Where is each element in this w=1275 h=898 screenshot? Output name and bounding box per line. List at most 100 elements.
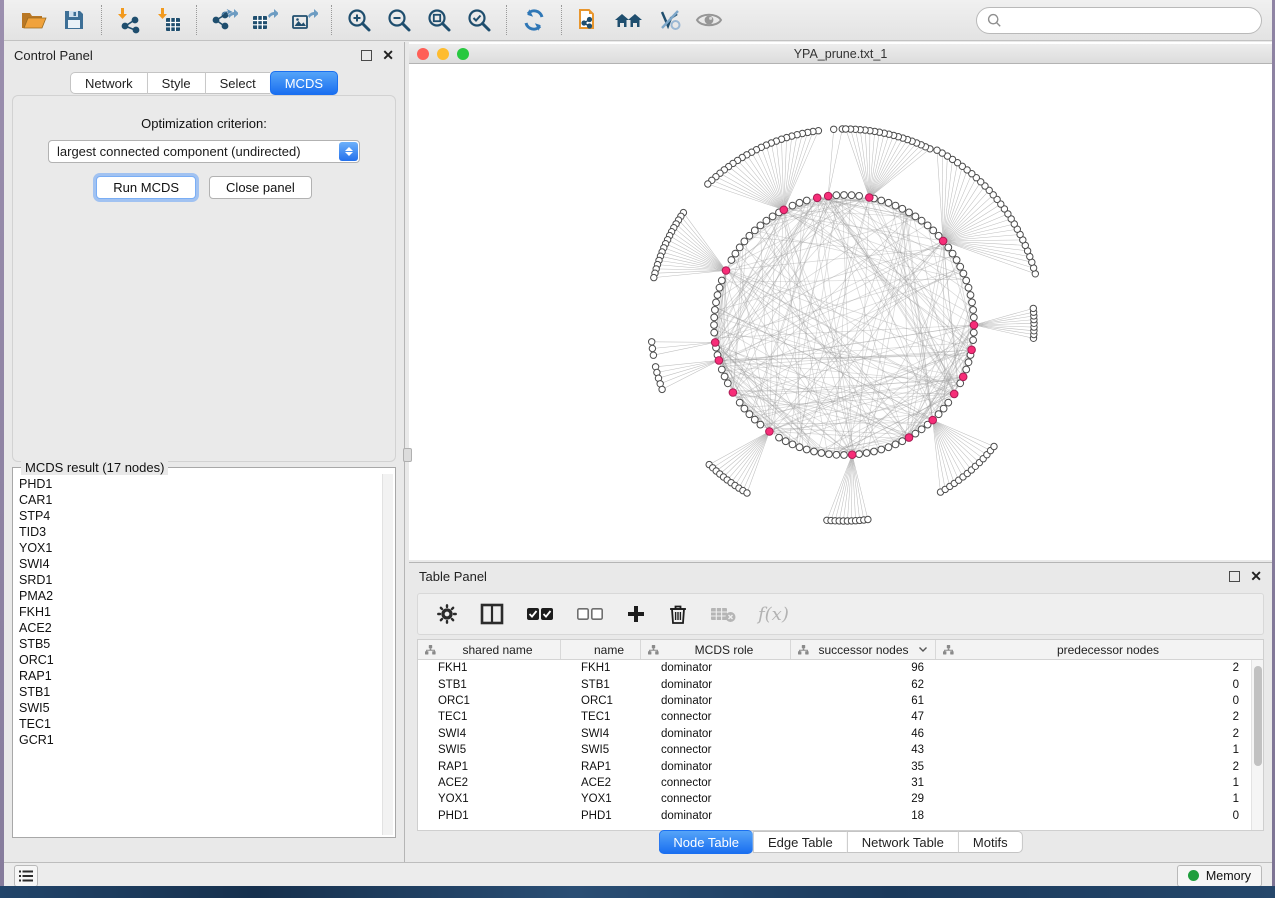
task-history-button[interactable] [14,865,38,887]
graph-ring-node [856,193,863,200]
mcds-result-item[interactable]: CAR1 [19,492,381,508]
import-network-icon[interactable] [109,3,149,37]
tab-network-table[interactable]: Network Table [847,831,958,853]
result-scrollbar[interactable] [382,474,393,835]
mcds-result-item[interactable]: SRD1 [19,572,381,588]
table-row[interactable]: SWI4SWI4dominator462 [418,726,1251,742]
mcds-result-item[interactable]: SWI5 [19,700,381,716]
zoom-selected-icon[interactable] [459,3,499,37]
close-panel-button[interactable]: Close panel [209,176,312,199]
run-mcds-button[interactable]: Run MCDS [96,176,196,199]
search-input[interactable] [1008,13,1251,28]
houses-icon[interactable] [609,3,649,37]
columns-icon[interactable] [480,603,504,625]
panel-splitter-handle[interactable] [403,448,412,462]
graph-ring-node [965,359,972,366]
mcds-result-item[interactable]: STP4 [19,508,381,524]
mcds-result-item[interactable]: YOX1 [19,540,381,556]
mcds-result-item[interactable]: PMA2 [19,588,381,604]
close-panel-icon[interactable]: ✕ [1250,571,1262,582]
tab-select[interactable]: Select [205,72,270,94]
mcds-result-title: MCDS result (17 nodes) [21,460,168,475]
scrollbar-thumb[interactable] [1254,666,1262,766]
cell-MCDS-role: connector [641,711,791,723]
column-header-successor-nodes[interactable]: successor nodes [791,640,936,659]
import-table-icon[interactable] [149,3,189,37]
graph-hub-node [824,192,832,200]
zoom-fit-icon[interactable] [419,3,459,37]
deselect-all-checkboxes-icon[interactable] [576,606,604,622]
table-row[interactable]: STB1STB1dominator620 [418,676,1251,692]
table-scrollbar[interactable] [1251,660,1263,830]
search-field[interactable] [976,7,1262,34]
graph-ring-node [963,277,970,284]
table-row[interactable]: RAP1RAP1dominator352 [418,758,1251,774]
mcds-result-item[interactable]: GCR1 [19,732,381,748]
graph-ring-node [945,399,952,406]
float-panel-icon[interactable] [1229,571,1240,582]
function-builder-icon[interactable]: f(x) [758,604,789,625]
table-row[interactable]: ACE2ACE2connector311 [418,775,1251,791]
select-stepper-icon [339,142,358,161]
table-row[interactable]: PHD1PHD1dominator180 [418,808,1251,824]
mcds-result-item[interactable]: TID3 [19,524,381,540]
column-header-name[interactable]: name [561,640,641,659]
cell-successor-nodes: 47 [791,711,936,723]
mcds-result-item[interactable]: TEC1 [19,716,381,732]
eye-icon[interactable] [689,3,729,37]
graph-hub-node [905,434,913,442]
tab-mcds[interactable]: MCDS [270,71,338,95]
table-row[interactable]: SWI5SWI5connector431 [418,742,1251,758]
mcds-result-item[interactable]: ACE2 [19,620,381,636]
close-panel-icon[interactable]: ✕ [382,50,394,61]
network-canvas[interactable] [409,64,1272,560]
tab-network[interactable]: Network [70,72,147,94]
mcds-result-list[interactable]: PHD1CAR1STP4TID3YOX1SWI4SRD1PMA2FKH1ACE2… [19,476,381,835]
cell-predecessor-nodes: 0 [936,695,1251,707]
open-folder-icon[interactable] [14,3,54,37]
mcds-result-item[interactable]: STB1 [19,684,381,700]
zoom-in-icon[interactable] [339,3,379,37]
graph-ring-node [930,227,937,234]
save-icon[interactable] [54,3,94,37]
select-all-checkboxes-icon[interactable] [526,606,554,622]
memory-button[interactable]: Memory [1177,865,1262,887]
delete-column-icon[interactable] [668,603,688,625]
tab-motifs[interactable]: Motifs [958,831,1023,853]
graph-ring-node [757,421,764,428]
graph-satellite-node [659,386,665,392]
refresh-icon[interactable] [514,3,554,37]
column-header-predecessor-nodes[interactable]: predecessor nodes [936,640,1263,659]
mcds-result-item[interactable]: ORC1 [19,652,381,668]
column-header-MCDS-role[interactable]: MCDS role [641,640,791,659]
cell-MCDS-role: connector [641,744,791,756]
mcds-result-item[interactable]: SWI4 [19,556,381,572]
gear-icon[interactable] [436,603,458,625]
tab-edge-table[interactable]: Edge Table [753,831,847,853]
table-row[interactable]: YOX1YOX1connector291 [418,791,1251,807]
tab-style[interactable]: Style [147,72,205,94]
add-column-icon[interactable] [626,604,646,624]
graph-hub-node [866,194,874,202]
table-row[interactable]: TEC1TEC1connector472 [418,709,1251,725]
mcds-result-item[interactable]: RAP1 [19,668,381,684]
delete-table-icon[interactable] [710,605,736,623]
graph-ring-node [776,434,783,441]
float-panel-icon[interactable] [361,50,372,61]
table-row[interactable]: ORC1ORC1dominator610 [418,693,1251,709]
export-table-icon[interactable] [244,3,284,37]
cell-shared-name: STB1 [418,679,561,691]
mcds-result-item[interactable]: STB5 [19,636,381,652]
export-image-icon[interactable] [284,3,324,37]
cell-successor-nodes: 61 [791,695,936,707]
zoom-out-icon[interactable] [379,3,419,37]
mcds-result-item[interactable]: PHD1 [19,476,381,492]
network-document-icon[interactable] [569,3,609,37]
tab-node-table[interactable]: Node Table [658,830,753,854]
mcds-result-item[interactable]: FKH1 [19,604,381,620]
optimization-criterion-select[interactable]: largest connected component (undirected) [48,140,360,163]
painter-icon[interactable] [649,3,689,37]
table-row[interactable]: FKH1FKH1dominator962 [418,660,1251,676]
export-network-icon[interactable] [204,3,244,37]
column-header-shared-name[interactable]: shared name [418,640,561,659]
